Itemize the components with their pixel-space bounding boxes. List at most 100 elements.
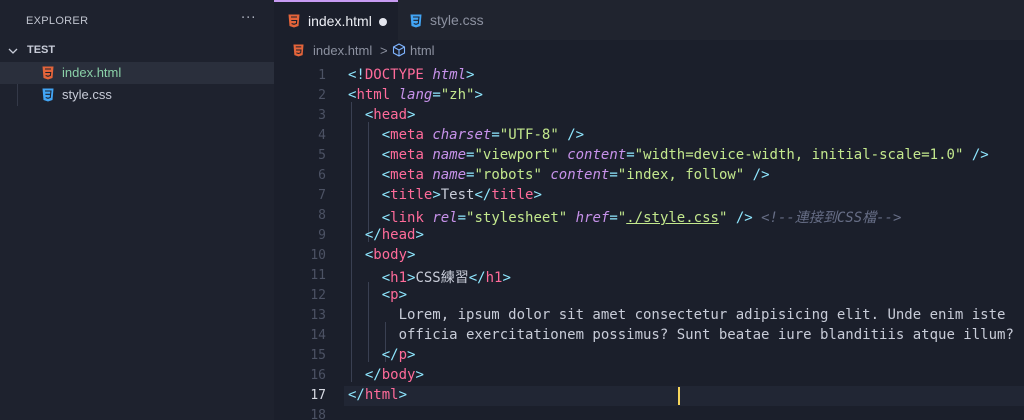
code-token: > bbox=[415, 367, 424, 383]
code-token: lang bbox=[398, 87, 433, 103]
code-line[interactable]: 11 <h1>CSS練習</h1> bbox=[274, 266, 1024, 286]
line-number: 14 bbox=[310, 328, 326, 343]
code-token: = bbox=[626, 147, 635, 163]
code-line[interactable]: 6 <meta name="robots" content="index, fo… bbox=[274, 166, 1024, 186]
code-token: </ bbox=[348, 387, 365, 403]
code-token: = bbox=[609, 210, 618, 226]
code-token: = bbox=[491, 127, 500, 143]
code-text: </p> bbox=[348, 347, 416, 363]
code-line[interactable]: 8 <link rel="stylesheet" href="./style.c… bbox=[274, 206, 1024, 226]
css3-icon bbox=[410, 14, 422, 28]
code-text: Lorem, ipsum dolor sit amet consectetur … bbox=[348, 307, 1006, 323]
code-token: name bbox=[432, 167, 467, 183]
code-line[interactable]: 18 bbox=[274, 406, 1024, 420]
code-editor[interactable]: 1 <!DOCTYPE html> 2 <html lang="zh"> 3 <head… bbox=[274, 62, 1024, 420]
code-token: > bbox=[407, 347, 416, 363]
explorer-header: EXPLORER ··· bbox=[0, 0, 274, 42]
code-line[interactable]: 13 Lorem, ipsum dolor sit amet consectet… bbox=[274, 306, 1024, 326]
code-token: " bbox=[617, 210, 627, 226]
unsaved-dot-icon[interactable] bbox=[379, 18, 387, 26]
more-actions-icon[interactable]: ··· bbox=[241, 11, 256, 26]
code-text: <link rel="stylesheet" href="./style.css… bbox=[348, 207, 902, 227]
code-text: <body> bbox=[348, 247, 416, 263]
code-line[interactable]: 1 <!DOCTYPE html> bbox=[274, 66, 1024, 86]
code-token: Test bbox=[440, 187, 475, 203]
line-number: 16 bbox=[310, 368, 326, 383]
code-token: </ bbox=[474, 187, 492, 203]
code-line[interactable]: 17 </html> bbox=[274, 386, 1024, 406]
code-line[interactable]: 5 <meta name="viewport" content="width=d… bbox=[274, 146, 1024, 166]
code-text: <html lang="zh"> bbox=[348, 87, 483, 103]
code-token: "index, follow" bbox=[617, 167, 745, 183]
line-number: 10 bbox=[310, 248, 326, 263]
code-token: meta bbox=[390, 167, 424, 183]
code-token: = bbox=[432, 87, 441, 103]
code-token: "viewport" bbox=[474, 147, 559, 163]
code-token: /> bbox=[567, 127, 585, 143]
code-token: > bbox=[407, 247, 416, 263]
code-token: ./style.css bbox=[626, 210, 719, 226]
code-line[interactable]: 12 <p> bbox=[274, 286, 1024, 306]
code-token: DOCTYPE bbox=[364, 67, 424, 83]
code-line[interactable]: 9 </head> bbox=[274, 226, 1024, 246]
code-token: Lorem, ipsum dolor sit amet consectetur … bbox=[348, 307, 1006, 323]
code-line[interactable]: 15 </p> bbox=[274, 346, 1024, 366]
code-line[interactable]: 3 <head> bbox=[274, 106, 1024, 126]
code-token: "zh" bbox=[440, 87, 475, 103]
code-token: < bbox=[381, 127, 391, 143]
code-token: > bbox=[398, 287, 408, 303]
code-text: </head> bbox=[348, 227, 424, 243]
line-number: 3 bbox=[318, 108, 326, 123]
file-item-style-css[interactable]: style.css bbox=[0, 84, 274, 106]
line-number: 17 bbox=[310, 388, 326, 403]
code-token: "UTF-8" bbox=[499, 127, 559, 143]
code-line[interactable]: 7 <title>Test</title> bbox=[274, 186, 1024, 206]
code-line[interactable]: 16 </body> bbox=[274, 366, 1024, 386]
code-token: "robots" bbox=[474, 167, 542, 183]
tab-label: index.html bbox=[308, 13, 372, 29]
line-number: 7 bbox=[318, 188, 326, 203]
css3-icon bbox=[42, 88, 54, 102]
code-token: name bbox=[432, 147, 467, 163]
file-label: index.html bbox=[62, 65, 122, 80]
code-text: <meta charset="UTF-8" /> bbox=[348, 127, 584, 143]
code-text: <h1>CSS練習</h1> bbox=[348, 267, 511, 287]
tab-index-html[interactable]: index.html bbox=[274, 0, 398, 40]
file-label: style.css bbox=[62, 87, 112, 102]
code-token: </ bbox=[364, 367, 382, 383]
code-token: h1 bbox=[390, 270, 408, 286]
folder-label: TEST bbox=[27, 44, 56, 56]
code-token: head bbox=[373, 107, 408, 123]
breadcrumb-symbol[interactable]: html bbox=[410, 43, 435, 58]
code-token: body bbox=[373, 247, 408, 263]
code-token: > bbox=[502, 270, 511, 286]
code-token: head bbox=[381, 227, 416, 243]
code-line[interactable]: 14 officia exercitationem possimus? Sunt… bbox=[274, 326, 1024, 346]
code-line[interactable]: 4 <meta charset="UTF-8" /> bbox=[274, 126, 1024, 146]
breadcrumb-file[interactable]: index.html bbox=[313, 43, 372, 58]
code-token: body bbox=[381, 367, 416, 383]
file-item-index-html[interactable]: index.html bbox=[0, 62, 274, 84]
code-token: > bbox=[432, 187, 441, 203]
code-token: p bbox=[398, 347, 408, 363]
code-line[interactable]: 2 <html lang="zh"> bbox=[274, 86, 1024, 106]
tab-style-css[interactable]: style.css bbox=[398, 0, 508, 40]
code-text: <title>Test</title> bbox=[348, 187, 542, 203]
code-token: title bbox=[390, 187, 433, 203]
code-text: <meta name="viewport" content="width=dev… bbox=[348, 147, 989, 163]
folder-test[interactable]: TEST bbox=[0, 40, 274, 62]
code-line[interactable]: 10 <body> bbox=[274, 246, 1024, 266]
code-token: = bbox=[457, 210, 467, 226]
code-token: meta bbox=[390, 127, 424, 143]
